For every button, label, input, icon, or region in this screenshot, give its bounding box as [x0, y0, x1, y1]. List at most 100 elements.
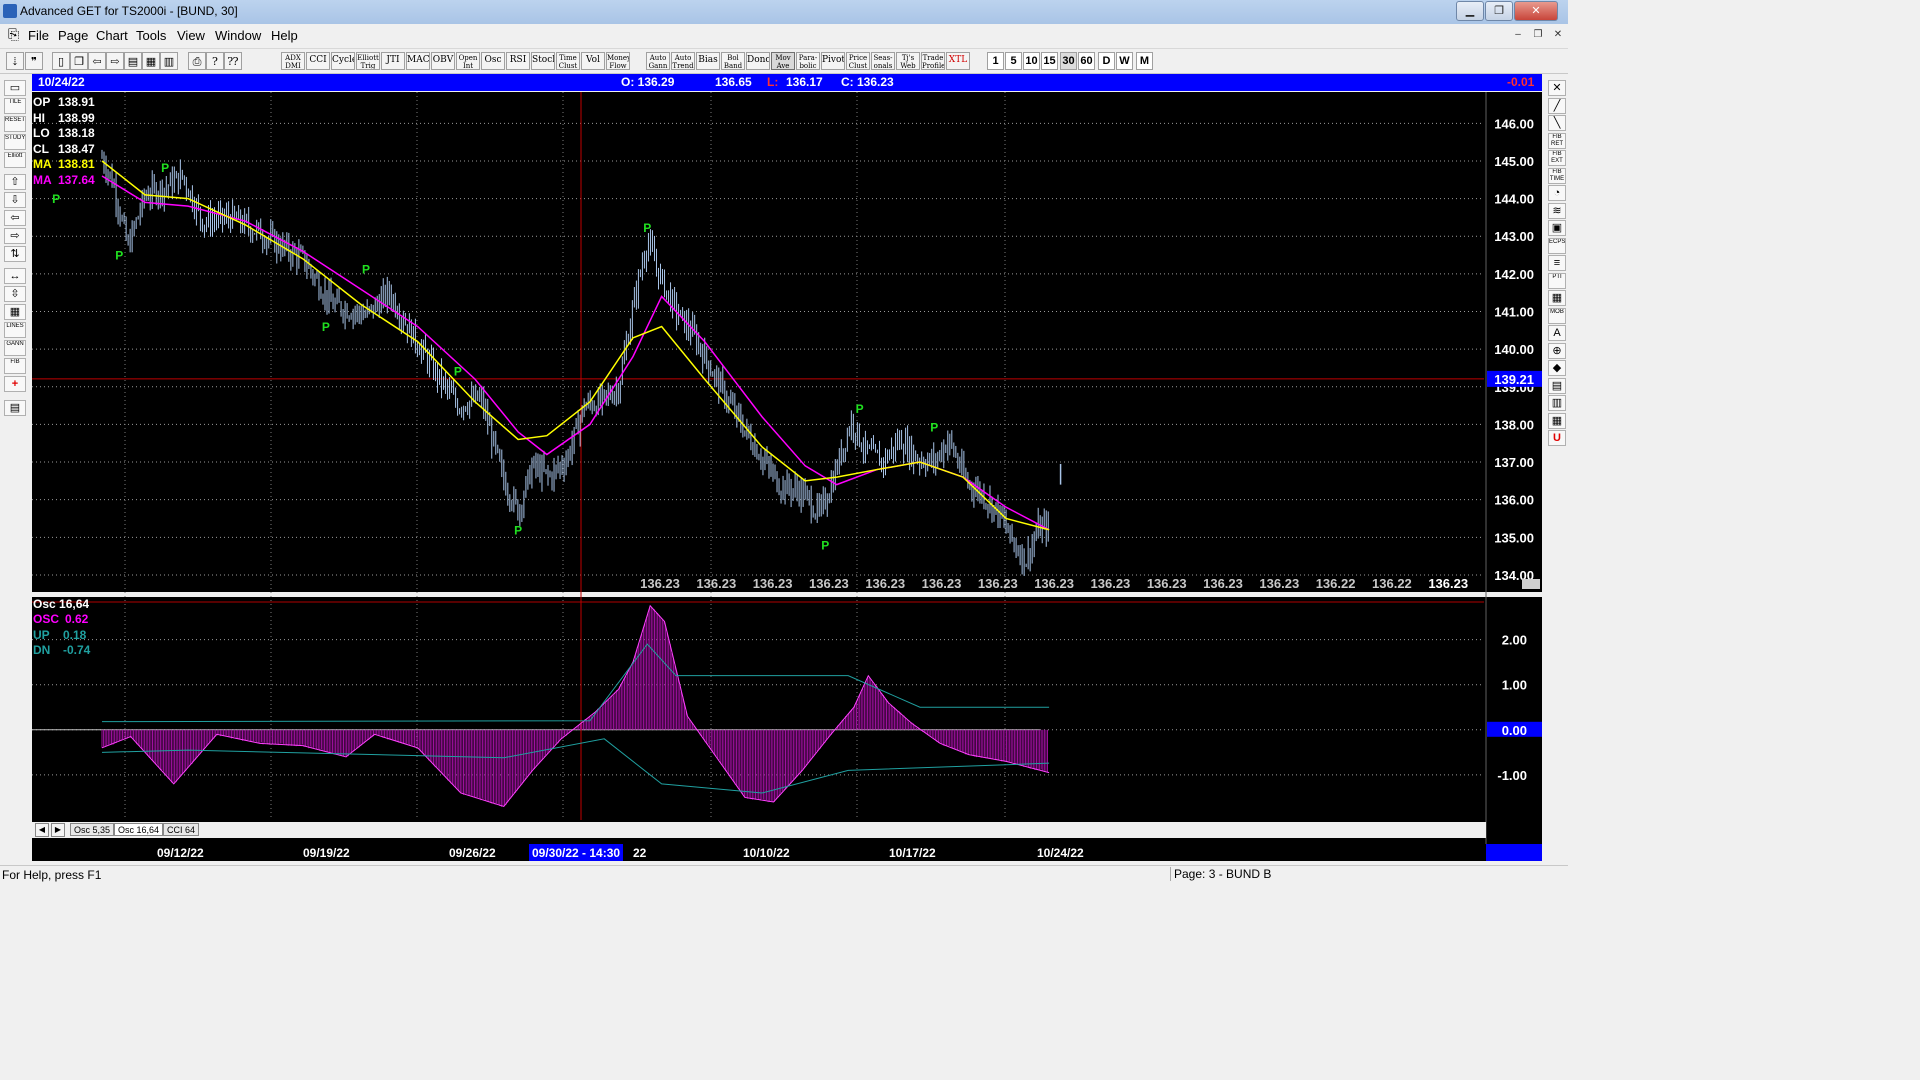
left-tool-4-icon[interactable]: Elliott [4, 152, 26, 168]
right-tool-0-icon[interactable]: ✕ [1548, 80, 1566, 96]
left-tool-2-icon[interactable]: RESET [4, 116, 26, 132]
tab-osc-16-64[interactable]: Osc 16,64 [114, 823, 164, 836]
menu-view[interactable]: View [177, 28, 205, 43]
right-tool-6-icon[interactable]: ◔ [1548, 185, 1566, 201]
tab-cci-64[interactable]: CCI 64 [163, 823, 200, 836]
tab-osc-5-35[interactable]: Osc 5,35 [70, 823, 115, 836]
right-tool-18-icon[interactable]: ▥ [1548, 395, 1566, 411]
right-tool-19-icon[interactable]: ▦ [1548, 412, 1566, 429]
right-tool-10-icon[interactable]: ≡ [1548, 255, 1566, 271]
timeframe-button-1[interactable]: 1 [987, 52, 1004, 70]
new-icon[interactable]: ▯ [52, 52, 70, 70]
left-tool-0-icon[interactable]: ▭ [4, 80, 26, 96]
right-tool-12-icon[interactable]: ▦ [1548, 290, 1566, 306]
indicator-button-auto[interactable]: Auto Gann [646, 52, 670, 70]
left-tool-6-icon[interactable]: ⇩ [4, 192, 26, 208]
left-tool-1-icon[interactable]: TILE [4, 98, 26, 114]
indicator-button-stoch[interactable]: Stoch [531, 52, 555, 70]
menu-page[interactable]: Page [58, 28, 88, 43]
right-tool-14-icon[interactable]: A [1548, 325, 1566, 341]
mdi-minimize-button[interactable]: – [1510, 28, 1526, 42]
indicator-button-para[interactable]: Para- bolic [796, 52, 820, 70]
close-button[interactable]: ✕ [1514, 1, 1558, 21]
left-tool-14-icon[interactable]: GANN [4, 340, 26, 356]
right-tool-9-icon[interactable]: ECPS [1548, 237, 1566, 254]
indicator-button-auto[interactable]: Auto Trend [671, 52, 695, 70]
timeframe-button-10[interactable]: 10 [1023, 52, 1040, 70]
indicator-button-adx[interactable]: ADX DMI [281, 52, 305, 70]
indicator-button-price[interactable]: Price Clust [846, 52, 870, 70]
back-icon[interactable]: ⇦ [88, 52, 106, 70]
left-tool-8-icon[interactable]: ⇨ [4, 228, 26, 244]
left-tool-5-icon[interactable]: ⇧ [4, 174, 26, 190]
right-tool-2-icon[interactable]: ╲ [1548, 115, 1566, 131]
left-tool-10-icon[interactable]: ↔ [4, 268, 26, 284]
right-tool-20-icon[interactable]: U [1548, 430, 1566, 446]
tab-scroll-left-icon[interactable]: ◀ [35, 823, 49, 837]
left-tool-7-icon[interactable]: ⇦ [4, 210, 26, 226]
mdi-restore-button[interactable]: ❐ [1530, 28, 1546, 42]
right-tool-17-icon[interactable]: ▤ [1548, 377, 1566, 394]
right-tool-16-icon[interactable]: ◆ [1548, 360, 1566, 376]
left-tool-9-icon[interactable]: ⇅ [4, 246, 26, 262]
indicator-button-money[interactable]: Money Flow [606, 52, 630, 70]
right-tool-15-icon[interactable]: ⊕ [1548, 342, 1566, 359]
mdi-close-button[interactable]: ✕ [1550, 28, 1566, 42]
tab-scroll-right-icon[interactable]: ▶ [51, 823, 65, 837]
indicator-button-rsi[interactable]: RSI [506, 52, 530, 70]
indicator-button-open[interactable]: Open Int [456, 52, 480, 70]
menu-file[interactable]: File [28, 28, 49, 43]
price-chart-svg[interactable]: 146.00 145.00 144.00 143.00 142.00 141.00 140.… [32, 92, 1542, 844]
indicator-button-vol[interactable]: Vol [581, 52, 605, 70]
pointer-icon[interactable]: ⇣ [6, 52, 24, 70]
indicator-button-cci[interactable]: CCI [306, 52, 330, 70]
timeframe-button-30[interactable]: 30 [1060, 52, 1077, 70]
indicator-button-xtl[interactable]: XTL [946, 52, 970, 70]
indicator-button-time[interactable]: Time Clust [556, 52, 580, 70]
timeframe-button-60[interactable]: 60 [1078, 52, 1095, 70]
quote-icon[interactable]: ❞ [25, 52, 43, 70]
forward-icon[interactable]: ⇨ [106, 52, 124, 70]
right-tool-11-icon[interactable]: PTI [1548, 272, 1566, 289]
right-tool-1-icon[interactable]: ╱ [1548, 97, 1566, 114]
left-tool-15-icon[interactable]: FIB [4, 358, 26, 374]
layout-icon[interactable]: ▥ [160, 52, 178, 70]
indicator-button-cycles[interactable]: Cycles [331, 52, 355, 70]
left-tool-13-icon[interactable]: LINES [4, 322, 26, 338]
menu-window[interactable]: Window [215, 28, 261, 43]
help-icon[interactable]: ? [206, 52, 224, 70]
right-tool-7-icon[interactable]: ≋ [1548, 202, 1566, 219]
timeframe-button-w[interactable]: W [1116, 52, 1133, 70]
timeframe-button-d[interactable]: D [1098, 52, 1115, 70]
right-tool-4-icon[interactable]: FIB EXT [1548, 150, 1566, 166]
indicator-button-osc[interactable]: Osc [481, 52, 505, 70]
menu-tools[interactable]: Tools [136, 28, 166, 43]
left-tool-17-icon[interactable]: ▤ [4, 400, 26, 416]
menu-chart[interactable]: Chart [96, 28, 128, 43]
timeframe-button-5[interactable]: 5 [1005, 52, 1022, 70]
indicator-button-trade[interactable]: Trade Profile [921, 52, 945, 70]
indicator-button-jti[interactable]: JTI [381, 52, 405, 70]
context-help-icon[interactable]: ⁇ [224, 52, 242, 70]
timeframe-button-15[interactable]: 15 [1041, 52, 1058, 70]
print-icon[interactable]: ⎙ [188, 52, 206, 70]
right-tool-13-icon[interactable]: MOB [1548, 307, 1566, 324]
right-tool-3-icon[interactable]: FIB RET [1548, 132, 1566, 149]
document-icon[interactable]: ⎘ [8, 26, 19, 43]
indicator-button-obv[interactable]: OBV [431, 52, 455, 70]
indicator-button-macd[interactable]: MACD [406, 52, 430, 70]
indicator-button-elliott[interactable]: Elliott Trig [356, 52, 380, 70]
indicator-button-mov[interactable]: Mov Ave [771, 52, 795, 70]
right-tool-5-icon[interactable]: FIB TIME [1548, 167, 1566, 184]
minimize-button[interactable]: ▁ [1456, 1, 1484, 21]
indicator-button-donch[interactable]: Donch [746, 52, 770, 70]
indicator-button-bol[interactable]: Bol Band [721, 52, 745, 70]
grid-icon[interactable]: ▦ [142, 52, 160, 70]
left-tool-12-icon[interactable]: ▦ [4, 304, 26, 320]
indicator-button-pivot[interactable]: Pivot [821, 52, 845, 70]
left-tool-3-icon[interactable]: STUDY [4, 134, 26, 150]
right-tool-8-icon[interactable]: ▣ [1548, 220, 1566, 236]
left-tool-16-icon[interactable]: + [4, 376, 26, 392]
indicator-button-bias[interactable]: Bias [696, 52, 720, 70]
chart-window[interactable]: 146.00 145.00 144.00 143.00 142.00 141.00 140.… [32, 92, 1542, 844]
